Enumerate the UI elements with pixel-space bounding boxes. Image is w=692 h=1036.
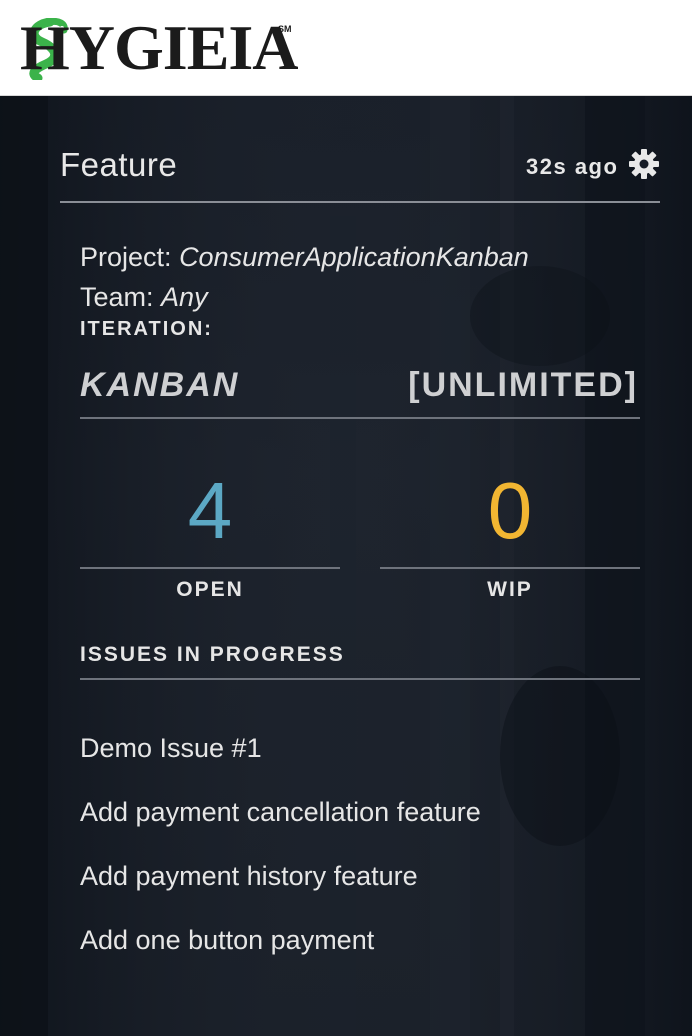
logo-wordmark: HYGIEIA <box>20 12 298 83</box>
iteration-divider <box>80 417 640 419</box>
open-count: 4 <box>187 466 233 555</box>
open-divider <box>80 567 340 569</box>
issue-item[interactable]: Demo Issue #1 <box>80 733 262 764</box>
project-value: ConsumerApplicationKanban <box>179 242 529 272</box>
widget-title: Feature <box>60 146 178 183</box>
issues-divider <box>80 678 640 680</box>
gear-icon[interactable] <box>628 148 660 180</box>
team-label: Team: <box>80 282 154 312</box>
iteration-limit: [UNLIMITED] <box>408 366 638 404</box>
issue-item[interactable]: Add payment cancellation feature <box>80 797 481 828</box>
iteration-label: ITERATION: <box>80 318 213 340</box>
app-header: HYGIEIA SM <box>0 0 692 96</box>
widget-panel: Feature 32s ago Project: ConsumerApplica… <box>0 96 692 1036</box>
project-label: Project: <box>80 242 172 272</box>
iteration-name: KANBAN <box>80 366 240 404</box>
issue-item[interactable]: Add payment history feature <box>80 861 418 892</box>
team-value: Any <box>161 282 208 312</box>
team-line: Team: Any <box>80 282 208 313</box>
service-mark: SM <box>278 24 292 34</box>
open-label: OPEN <box>176 578 244 601</box>
wip-divider <box>380 567 640 569</box>
wip-label: WIP <box>487 578 533 601</box>
hygieia-logo[interactable]: HYGIEIA SM <box>20 12 298 83</box>
project-line: Project: ConsumerApplicationKanban <box>80 242 529 273</box>
forest-background-image <box>0 96 692 1036</box>
issues-heading: ISSUES IN PROGRESS <box>80 643 345 666</box>
issue-item[interactable]: Add one button payment <box>80 925 374 956</box>
title-divider <box>60 201 660 203</box>
wip-count: 0 <box>487 466 533 555</box>
last-updated: 32s ago <box>526 154 619 179</box>
